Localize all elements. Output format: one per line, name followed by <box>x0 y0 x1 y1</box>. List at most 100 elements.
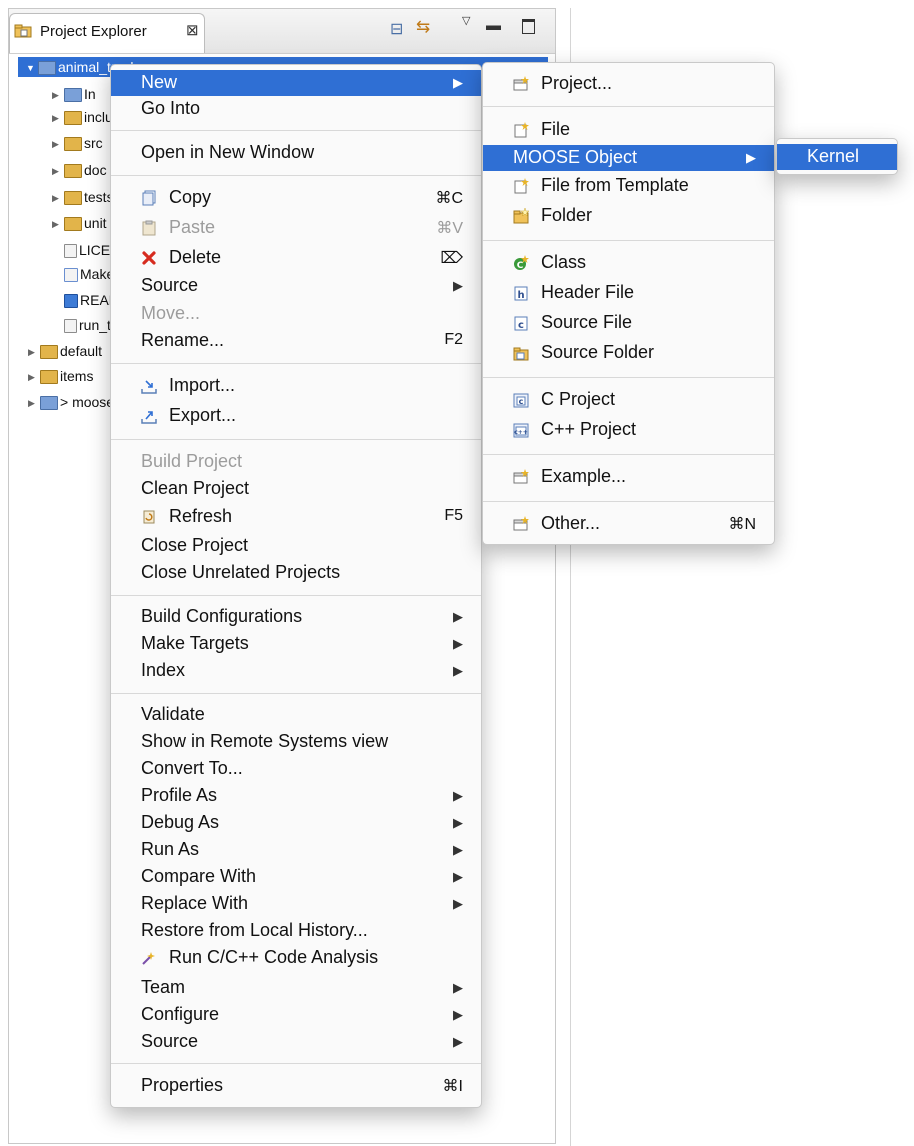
menu-item-validate[interactable]: Validate <box>111 702 481 728</box>
menu-item-c-project[interactable]: c C Project <box>483 387 774 413</box>
menu-item-label: MOOSE Object <box>513 147 638 167</box>
minimize-icon[interactable]: ▬ <box>486 17 501 34</box>
menu-separator <box>483 106 774 107</box>
menu-item-label: Show in Remote Systems view <box>141 731 389 751</box>
menu-item-refresh[interactable]: Refresh F5 <box>111 504 481 530</box>
menu-separator <box>111 130 481 131</box>
paste-icon <box>142 220 156 236</box>
tree-item-label: doc <box>84 162 107 178</box>
menu-item-label: Source Folder <box>541 342 655 362</box>
tree-item[interactable]: ▶ In <box>52 84 96 104</box>
twisty-icon[interactable]: ▶ <box>28 342 40 362</box>
menu-item-cpp-project[interactable]: c++ C++ Project <box>483 417 774 443</box>
menu-item-replace-with[interactable]: Replace With ▶ <box>111 891 481 917</box>
menu-item-convert-to[interactable]: Convert To... <box>111 756 481 782</box>
tree-item[interactable]: ▶ tests <box>52 187 114 207</box>
menu-item-open-in-new-window[interactable]: Open in New Window <box>111 140 481 166</box>
header-file-icon: h <box>514 286 528 301</box>
submenu-arrow-icon: ▶ <box>453 896 463 911</box>
tree-item[interactable]: ▶ doc <box>52 160 107 180</box>
twisty-icon[interactable]: ▶ <box>52 85 64 105</box>
menu-item-index[interactable]: Index ▶ <box>111 658 481 684</box>
source-file-icon: c <box>514 316 528 331</box>
menu-item-import[interactable]: Import... <box>111 373 481 399</box>
menu-item-other[interactable]: Other... ⌘N <box>483 511 774 537</box>
menu-item-class[interactable]: C Class <box>483 250 774 276</box>
menu-item-export[interactable]: Export... <box>111 403 481 429</box>
menu-item-close-project[interactable]: Close Project <box>111 533 481 559</box>
menu-item-source-folder[interactable]: Source Folder <box>483 340 774 366</box>
menu-item-paste[interactable]: Paste ⌘V <box>111 215 481 241</box>
submenu-arrow-icon: ▶ <box>453 636 463 651</box>
menu-item-label: Restore from Local History... <box>141 920 368 940</box>
twisty-icon[interactable]: ▶ <box>52 188 64 208</box>
menu-item-file-from-template[interactable]: File from Template <box>483 173 774 199</box>
collapse-all-icon[interactable]: ⊟ <box>390 19 403 39</box>
menu-item-moose-object[interactable]: MOOSE Object ▶ <box>483 145 774 171</box>
twisty-icon[interactable]: ▶ <box>52 214 64 234</box>
view-menu-icon[interactable]: ▽ <box>462 14 470 27</box>
menu-item-label: Convert To... <box>141 758 243 778</box>
menu-item-profile-as[interactable]: Profile As ▶ <box>111 783 481 809</box>
menu-item-delete[interactable]: Delete ⌦ <box>111 245 481 271</box>
menu-item-example[interactable]: Example... <box>483 464 774 490</box>
includes-icon <box>64 88 82 103</box>
tree-item[interactable]: ▶ items <box>28 366 93 386</box>
class-icon: C <box>514 255 529 271</box>
menu-item-project[interactable]: Project... <box>483 71 774 97</box>
menu-item-kernel[interactable]: Kernel <box>777 144 897 170</box>
menu-item-folder[interactable]: Folder <box>483 203 774 229</box>
file-icon <box>64 319 77 334</box>
link-with-editor-icon[interactable]: ⇆ <box>416 17 430 37</box>
menu-item-label: Properties <box>141 1075 224 1095</box>
menu-item-run-code-analysis[interactable]: Run C/C++ Code Analysis <box>111 945 481 971</box>
menu-item-header-file[interactable]: h Header File <box>483 280 774 306</box>
menu-item-rename[interactable]: Rename... F2 <box>111 328 481 354</box>
menu-item-make-targets[interactable]: Make Targets ▶ <box>111 631 481 657</box>
twisty-icon[interactable]: ▼ <box>26 58 38 78</box>
tree-item[interactable]: ▶ > moose <box>28 392 114 412</box>
twisty-icon[interactable]: ▶ <box>52 108 64 128</box>
menu-item-label: Clean Project <box>141 478 250 498</box>
menu-item-build-configurations[interactable]: Build Configurations ▶ <box>111 604 481 630</box>
menu-item-move[interactable]: Move... <box>111 301 481 327</box>
maximize-icon[interactable] <box>522 19 535 34</box>
menu-item-show-in-remote-systems[interactable]: Show in Remote Systems view <box>111 729 481 755</box>
menu-item-label: Go Into <box>141 98 201 118</box>
menu-item-close-unrelated-projects[interactable]: Close Unrelated Projects <box>111 560 481 586</box>
menu-item-go-into[interactable]: Go Into <box>111 96 481 122</box>
menu-item-label: Export... <box>169 405 237 425</box>
menu-item-source[interactable]: Source ▶ <box>111 273 481 299</box>
close-icon[interactable]: ⊠ <box>186 21 199 39</box>
menu-item-debug-as[interactable]: Debug As ▶ <box>111 810 481 836</box>
menu-item-source-file[interactable]: c Source File <box>483 310 774 336</box>
menu-item-restore-from-local-history[interactable]: Restore from Local History... <box>111 918 481 944</box>
tree-item-label: In <box>84 86 96 102</box>
menu-item-label: Rename... <box>141 330 225 350</box>
menu-item-run-as[interactable]: Run As ▶ <box>111 837 481 863</box>
menu-item-configure[interactable]: Configure ▶ <box>111 1002 481 1028</box>
menu-item-label: Example... <box>541 466 627 486</box>
submenu-arrow-icon: ▶ <box>453 842 463 857</box>
twisty-icon[interactable]: ▶ <box>28 367 40 387</box>
shortcut-label: ⌘V <box>436 220 463 237</box>
menu-item-build-project[interactable]: Build Project <box>111 449 481 475</box>
twisty-icon[interactable]: ▶ <box>52 161 64 181</box>
twisty-icon[interactable]: ▶ <box>28 393 40 413</box>
menu-item-team[interactable]: Team ▶ <box>111 975 481 1001</box>
menu-item-properties[interactable]: Properties ⌘I <box>111 1073 481 1099</box>
tree-item[interactable]: ▶ unit <box>52 213 107 233</box>
menu-item-compare-with[interactable]: Compare With ▶ <box>111 864 481 890</box>
menu-item-label: New <box>141 72 178 92</box>
menu-item-clean-project[interactable]: Clean Project <box>111 476 481 502</box>
twisty-icon[interactable]: ▶ <box>52 134 64 154</box>
submenu-arrow-icon: ▶ <box>453 980 463 995</box>
tree-item[interactable]: ▶ default <box>28 341 102 361</box>
menu-item-file[interactable]: File <box>483 117 774 143</box>
menu-item-new[interactable]: New ▶ <box>111 70 481 96</box>
project-explorer-icon <box>14 24 32 38</box>
menu-item-copy[interactable]: Copy ⌘C <box>111 185 481 211</box>
menu-separator <box>111 1063 481 1064</box>
menu-item-source-2[interactable]: Source ▶ <box>111 1029 481 1055</box>
tree-item[interactable]: ▶ src <box>52 133 103 153</box>
